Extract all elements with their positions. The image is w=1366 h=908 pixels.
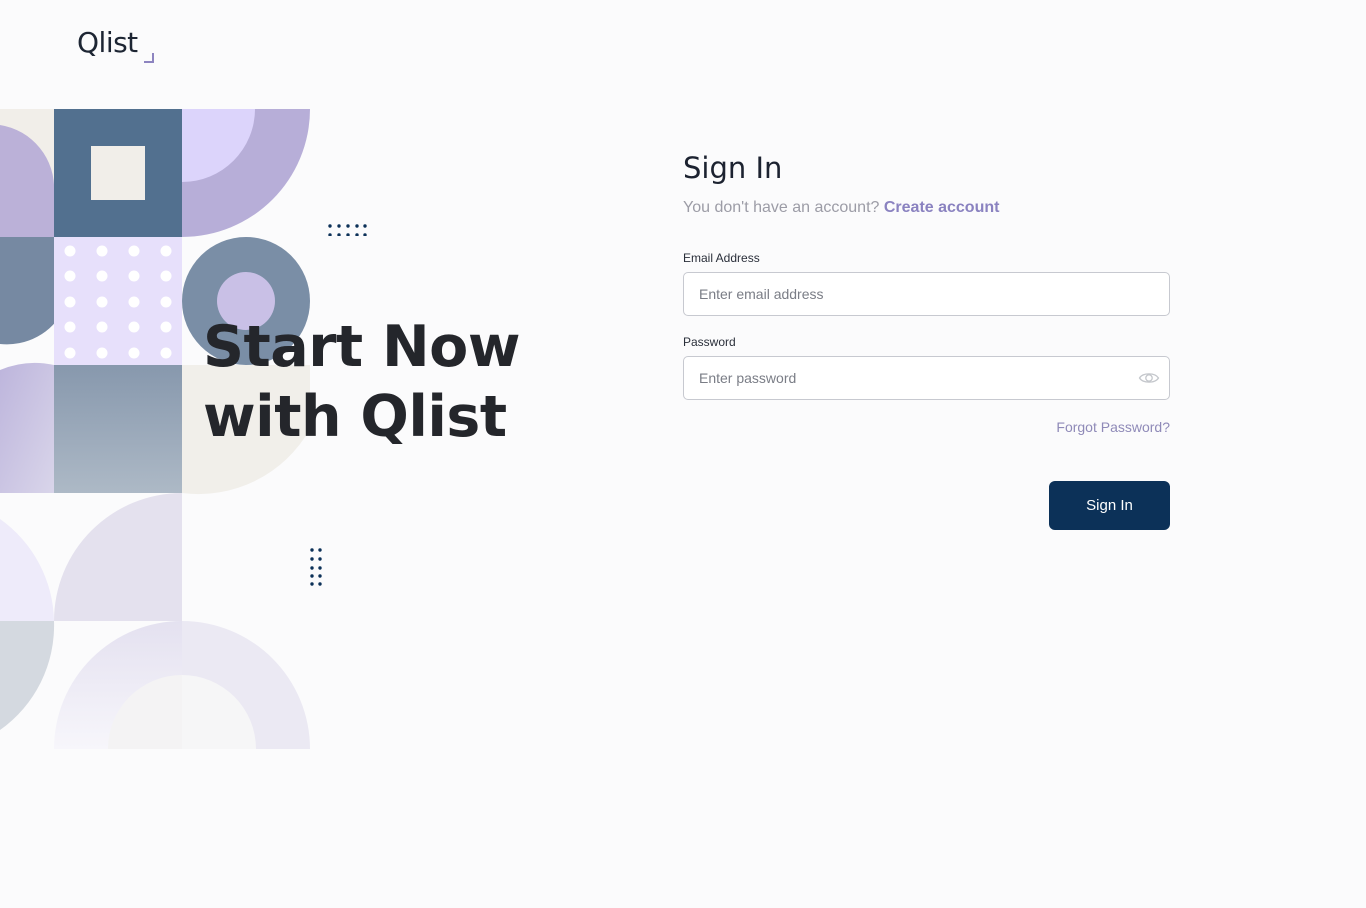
logo-corner-mark [144, 53, 154, 63]
sign-in-form: Sign In You don't have an account? Creat… [683, 148, 1170, 530]
page-title: Sign In [683, 151, 783, 185]
email-field-wrapper [683, 272, 1170, 316]
hero-heading: Start Now with Qlist [203, 312, 521, 452]
eye-icon[interactable] [1138, 368, 1160, 388]
email-label: Email Address [683, 251, 760, 265]
sign-in-button[interactable]: Sign In [1049, 481, 1170, 530]
hero-line-1: Start Now [203, 314, 521, 380]
signup-prompt: You don't have an account? Create accoun… [683, 198, 1170, 218]
password-field[interactable] [683, 356, 1170, 400]
dot-pattern-horizontal [328, 224, 367, 236]
forgot-password-link[interactable]: Forgot Password? [1056, 419, 1170, 435]
signup-prompt-text: You don't have an account? [683, 199, 880, 216]
email-field[interactable] [683, 272, 1170, 316]
dot-pattern-vertical [310, 548, 322, 586]
password-label: Password [683, 335, 736, 349]
password-field-wrapper [683, 356, 1170, 400]
hero-line-2: with Qlist [203, 384, 507, 450]
forgot-password-row: Forgot Password? [683, 418, 1170, 436]
logo-text: Qlist [77, 26, 138, 59]
create-account-link[interactable]: Create account [884, 199, 1000, 216]
